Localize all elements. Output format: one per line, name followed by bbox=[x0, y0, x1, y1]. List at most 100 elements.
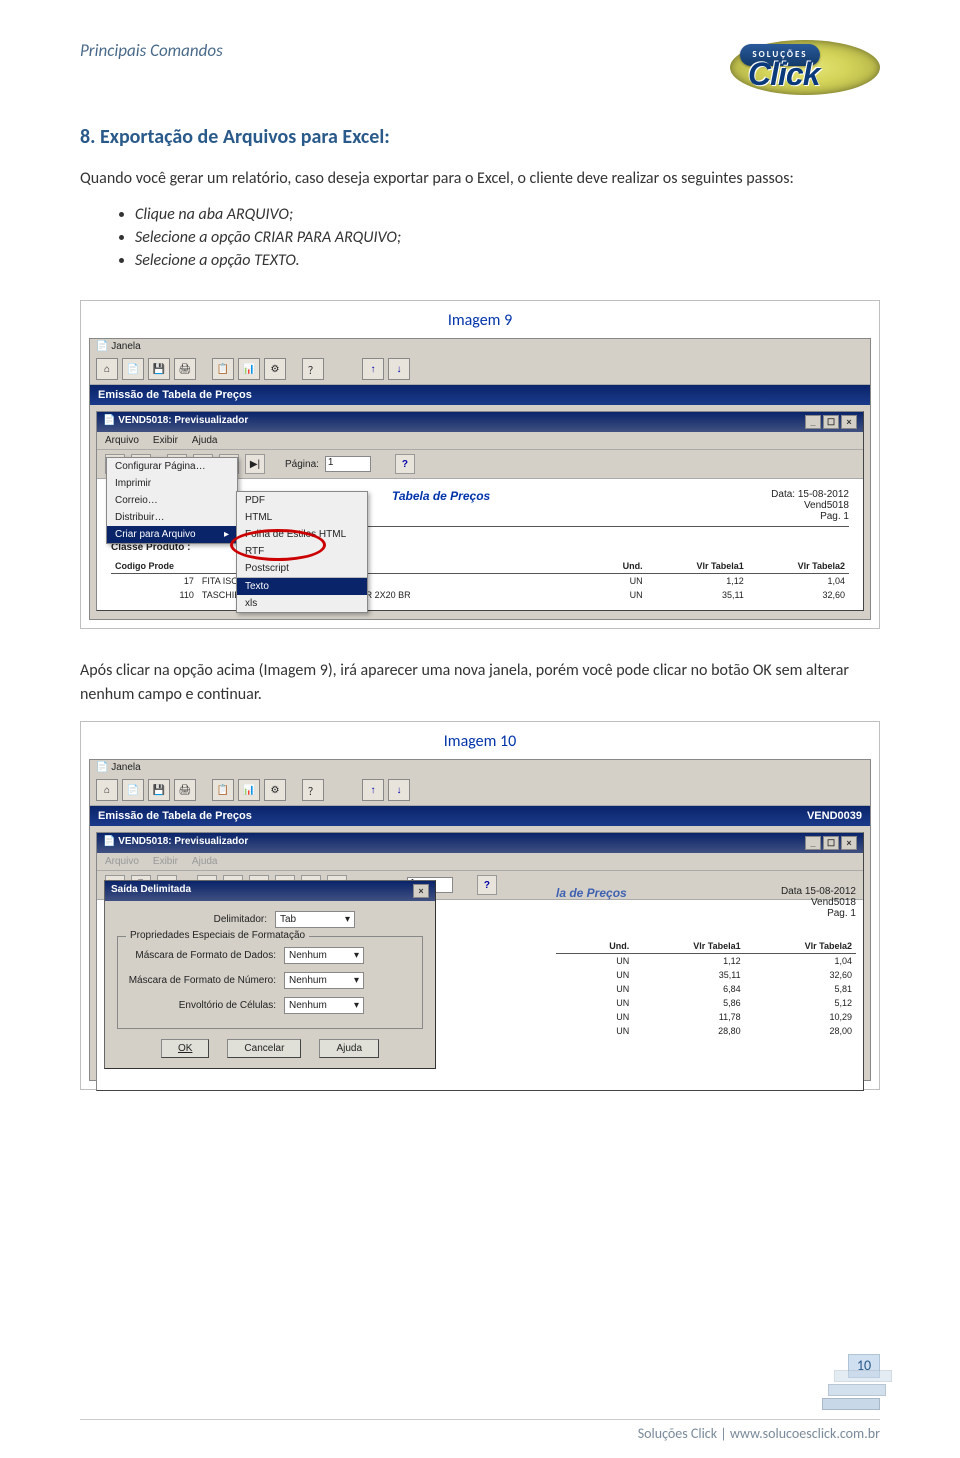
menu-imprimir[interactable]: Imprimir bbox=[107, 475, 237, 492]
toolbar-icon[interactable]: 📋 bbox=[212, 358, 234, 380]
toolbar-icon[interactable]: 📄 bbox=[122, 358, 144, 380]
cancelar-button[interactable]: Cancelar bbox=[227, 1039, 301, 1058]
delimitador-select[interactable]: Tab▾ bbox=[275, 911, 355, 928]
close-icon[interactable]: × bbox=[841, 415, 857, 429]
logo: SOLUÇÕES Click bbox=[730, 40, 880, 95]
criar-arquivo-flyout: PDF HTML Folha de Estilos HTML RTF Posts… bbox=[236, 491, 368, 613]
menu-exibir: Exibir bbox=[153, 856, 178, 867]
vend-code: Vend5018 bbox=[804, 500, 849, 511]
window-title-bar: Emissão de Tabela de Preços VEND0039 bbox=[90, 806, 870, 826]
menu-criar-arquivo[interactable]: Criar para Arquivo ▸ bbox=[107, 526, 237, 543]
menu-distribuir[interactable]: Distribuir… bbox=[107, 509, 237, 526]
up-arrow-icon[interactable]: ↑ bbox=[362, 358, 384, 380]
envoltorio-label: Envoltório de Células: bbox=[126, 1000, 276, 1011]
col-vlr1: Vlr Tabela1 bbox=[647, 559, 748, 574]
maximize-icon[interactable]: ☐ bbox=[823, 415, 839, 429]
toolbar-icon[interactable]: ⚙ bbox=[264, 779, 286, 801]
table-row: UN1,121,04 bbox=[556, 954, 856, 969]
flyout-html[interactable]: HTML bbox=[237, 509, 367, 526]
delimitador-label: Delimitador: bbox=[117, 914, 267, 925]
toolbar-icon[interactable]: ⚙ bbox=[264, 358, 286, 380]
minimize-icon[interactable]: _ bbox=[805, 415, 821, 429]
main-toolbar: ⌂ 📄 💾 🖨 📋 📊 ⚙ ？ ↑ ↓ bbox=[90, 775, 870, 806]
figure-1: Imagem 9 📄 Janela ⌂ 📄 💾 🖨 📋 📊 ⚙ ？ ↑ ↓ Em… bbox=[80, 300, 880, 629]
screenshot-2: 📄 Janela ⌂ 📄 💾 🖨 📋 📊 ⚙ ？ ↑ ↓ Emissão de … bbox=[89, 759, 871, 1081]
dialog-title: Saída Delimitada bbox=[111, 884, 191, 898]
mask-dados-label: Máscara de Formato de Dados: bbox=[126, 950, 276, 961]
col-und: Und. bbox=[571, 559, 646, 574]
screenshot-1: 📄 Janela ⌂ 📄 💾 🖨 📋 📊 ⚙ ？ ↑ ↓ Emissão de … bbox=[89, 338, 871, 620]
toolbar-icon[interactable]: 📋 bbox=[212, 779, 234, 801]
flyout-texto[interactable]: Texto bbox=[237, 578, 367, 595]
mask-dados-select[interactable]: Nenhum▾ bbox=[284, 947, 364, 964]
mask-num-select[interactable]: Nenhum▾ bbox=[284, 972, 364, 989]
figure-1-caption: Imagem 9 bbox=[89, 311, 871, 330]
logo-main-text: Click bbox=[748, 56, 819, 93]
mask-num-label: Máscara de Formato de Número: bbox=[126, 975, 276, 986]
step-item: Selecione a opção CRIAR PARA ARQUIVO; bbox=[135, 228, 880, 247]
down-arrow-icon[interactable]: ↓ bbox=[388, 358, 410, 380]
flyout-postscript[interactable]: Postscript bbox=[237, 560, 367, 578]
toolbar-icon[interactable]: 🖨 bbox=[174, 358, 196, 380]
header-title: Principais Comandos bbox=[80, 40, 223, 61]
envoltorio-select[interactable]: Nenhum▾ bbox=[284, 997, 364, 1014]
main-toolbar: ⌂ 📄 💾 🖨 📋 📊 ⚙ ？ ↑ ↓ bbox=[90, 354, 870, 385]
ok-button[interactable]: OK bbox=[161, 1039, 209, 1058]
arquivo-dropdown: Configurar Página… Imprimir Correio… Dis… bbox=[106, 457, 238, 544]
flyout-folha[interactable]: Folha de Estilos HTML bbox=[237, 526, 367, 543]
report-title: Tabela de Preços bbox=[392, 489, 490, 522]
menu-configurar[interactable]: Configurar Página… bbox=[107, 458, 237, 475]
footer-text: Soluções Click | www.solucoesclick.com.b… bbox=[638, 1425, 880, 1442]
down-arrow-icon[interactable]: ↓ bbox=[388, 779, 410, 801]
page-indicator: Pag. 1 bbox=[827, 908, 856, 919]
menu-arquivo: Arquivo bbox=[105, 856, 139, 867]
close-icon[interactable]: × bbox=[841, 836, 857, 850]
help-icon[interactable]: ? bbox=[477, 875, 497, 895]
intro-text: Quando você gerar um relatório, caso des… bbox=[80, 167, 880, 191]
menu-arquivo[interactable]: Arquivo bbox=[105, 435, 139, 446]
step-item: Clique na aba ARQUIVO; bbox=[135, 205, 880, 224]
toolbar-icon[interactable]: ⌂ bbox=[96, 358, 118, 380]
ajuda-button[interactable]: Ajuda bbox=[319, 1039, 379, 1058]
toolbar-icon[interactable]: ？ bbox=[302, 358, 324, 380]
flyout-pdf[interactable]: PDF bbox=[237, 492, 367, 509]
toolbar-icon[interactable]: ⌂ bbox=[96, 779, 118, 801]
menu-ajuda: Ajuda bbox=[192, 856, 218, 867]
table-row: UN35,1132,60 bbox=[556, 968, 856, 982]
col-und: Und. bbox=[556, 939, 633, 954]
pagina-label: Página: bbox=[285, 459, 319, 470]
report-title-fragment: la de Preços bbox=[556, 886, 856, 900]
toolbar-icon[interactable]: ？ bbox=[302, 779, 324, 801]
up-arrow-icon[interactable]: ↑ bbox=[362, 779, 384, 801]
toolbar-icon[interactable]: 💾 bbox=[148, 358, 170, 380]
nav-last-icon[interactable]: ▶| bbox=[245, 454, 265, 474]
pagina-input[interactable]: 1 bbox=[325, 456, 371, 472]
help-icon[interactable]: ? bbox=[395, 454, 415, 474]
toolbar-icon[interactable]: 🖨 bbox=[174, 779, 196, 801]
flyout-xls[interactable]: xls bbox=[237, 595, 367, 612]
report-fragment: la de Preços Data 15-08-2012 Vend5018 Pa… bbox=[556, 886, 856, 1038]
section-heading: 8. Exportação de Arquivos para Excel: bbox=[80, 125, 880, 149]
page-indicator: Pag. 1 bbox=[820, 511, 849, 522]
toolbar-icon[interactable]: 📄 bbox=[122, 779, 144, 801]
data-label: Data: bbox=[771, 489, 795, 500]
maximize-icon[interactable]: ☐ bbox=[823, 836, 839, 850]
toolbar-icon[interactable]: 📊 bbox=[238, 779, 260, 801]
flyout-rtf[interactable]: RTF bbox=[237, 543, 367, 560]
minimize-icon[interactable]: _ bbox=[805, 836, 821, 850]
menu-exibir[interactable]: Exibir bbox=[153, 435, 178, 446]
menu-correio[interactable]: Correio… bbox=[107, 492, 237, 509]
figure-2: Imagem 10 📄 Janela ⌂ 📄 💾 🖨 📋 📊 ⚙ ？ ↑ ↓ E… bbox=[80, 721, 880, 1090]
col-vlr2: Vlr Tabela2 bbox=[745, 939, 856, 954]
col-vlr1: Vlr Tabela1 bbox=[633, 939, 744, 954]
window-title-bar: Emissão de Tabela de Preços bbox=[90, 385, 870, 405]
table-row: UN6,845,81 bbox=[556, 982, 856, 996]
subwindow-title: 📄 VEND5018: Previsualizador bbox=[103, 836, 248, 850]
subwindow-title: 📄 VEND5018: Previsualizador bbox=[103, 415, 248, 429]
toolbar-icon[interactable]: 📊 bbox=[238, 358, 260, 380]
saida-delimitada-dialog: Saída Delimitada × Delimitador: Tab▾ Pro… bbox=[104, 880, 436, 1069]
col-codigo: Codigo Prode bbox=[111, 559, 198, 574]
close-icon[interactable]: × bbox=[413, 884, 429, 898]
toolbar-icon[interactable]: 💾 bbox=[148, 779, 170, 801]
menu-ajuda[interactable]: Ajuda bbox=[192, 435, 218, 446]
